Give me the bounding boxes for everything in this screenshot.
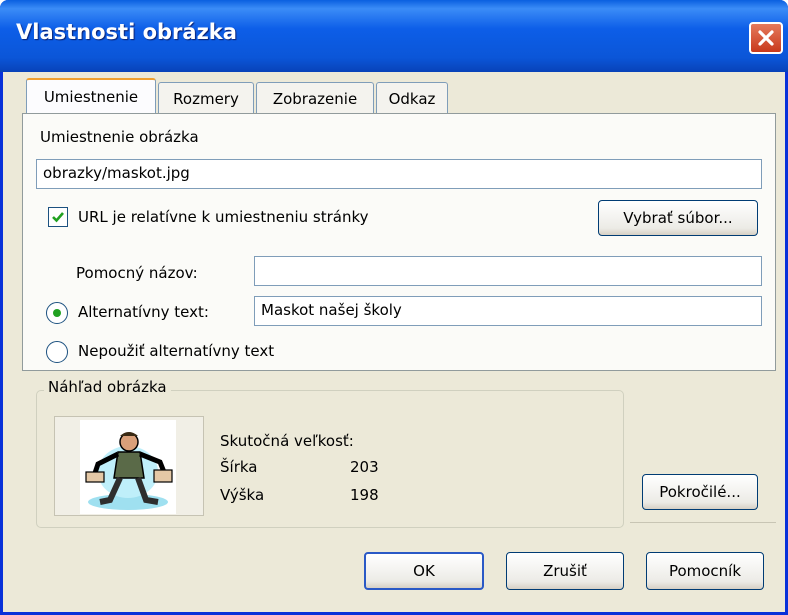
- separator-line: [630, 522, 776, 523]
- actual-size-label: Skutočná veľkosť:: [220, 432, 354, 450]
- width-label: Šírka: [220, 458, 258, 476]
- tab-panel: [22, 113, 776, 371]
- mascot-preview-image: [80, 420, 176, 514]
- relative-url-checkbox[interactable]: [48, 207, 68, 227]
- choose-file-button[interactable]: Vybrať súbor...: [598, 200, 758, 236]
- height-label: Výška: [220, 486, 265, 504]
- tab-odkaz[interactable]: Odkaz: [376, 82, 448, 114]
- help-button[interactable]: Pomocník: [646, 552, 764, 590]
- tooltip-label: Pomocný názov:: [76, 264, 198, 282]
- tab-umiestnenie[interactable]: Umiestnenie: [26, 78, 156, 114]
- tab-zobrazenie[interactable]: Zobrazenie: [256, 82, 374, 114]
- radio-selected-dot: [53, 309, 61, 317]
- relative-url-label: URL je relatívne k umiestneniu stránky: [78, 208, 369, 226]
- advanced-button[interactable]: Pokročilé...: [642, 474, 758, 510]
- no-alt-text-label: Nepoužiť alternatívny text: [78, 342, 275, 360]
- close-button[interactable]: [749, 22, 783, 54]
- image-path-input[interactable]: obrazky/maskot.jpg: [36, 159, 762, 189]
- alt-text-input[interactable]: Maskot našej školy: [254, 296, 762, 326]
- tooltip-input[interactable]: [254, 256, 762, 286]
- image-location-label: Umiestnenie obrázka: [40, 128, 199, 146]
- width-value: 203: [350, 458, 379, 476]
- preview-group-label: Náhľad obrázka: [44, 378, 171, 396]
- alt-text-label: Alternatívny text:: [78, 303, 209, 321]
- alt-text-radio[interactable]: [46, 302, 68, 324]
- no-alt-text-radio[interactable]: [46, 341, 68, 363]
- mascot-figure-icon: [85, 432, 173, 510]
- ok-button[interactable]: OK: [364, 552, 484, 590]
- checkmark-icon: [52, 212, 64, 223]
- title-bar[interactable]: Vlastnosti obrázka: [0, 0, 788, 72]
- window-title: Vlastnosti obrázka: [16, 20, 237, 44]
- tab-rozmery[interactable]: Rozmery: [158, 82, 254, 114]
- cancel-button[interactable]: Zrušiť: [506, 552, 624, 590]
- close-icon: [758, 30, 774, 46]
- height-value: 198: [350, 486, 379, 504]
